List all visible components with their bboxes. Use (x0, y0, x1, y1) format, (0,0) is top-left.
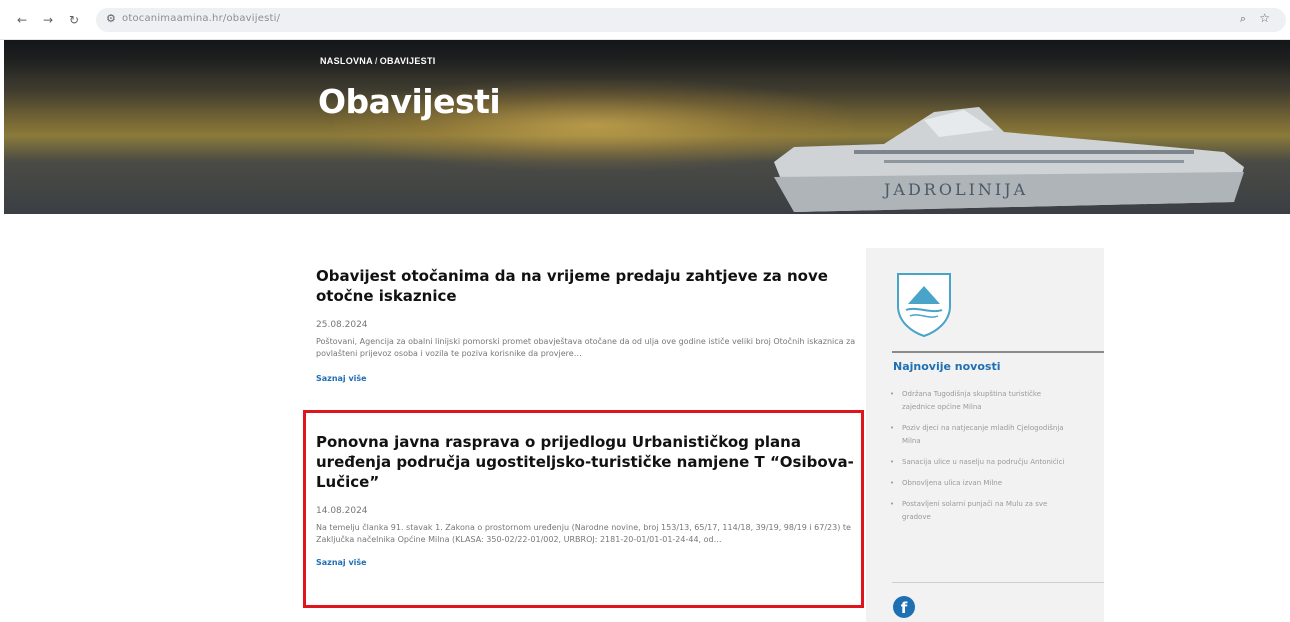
news-link[interactable]: Postavljeni solarni punjači na Mulu za s… (890, 498, 1070, 524)
breadcrumb-current: OBAVIJESTI (379, 56, 436, 66)
reload-icon[interactable]: ↻ (66, 12, 82, 28)
facebook-icon[interactable]: f (893, 596, 915, 618)
ferry-image: JADROLINIJA (774, 107, 1244, 212)
news-list: Održana Tugodišnja skupština turističke … (890, 388, 1070, 532)
forward-arrow-icon[interactable]: → (40, 12, 56, 28)
zoom-icon[interactable]: ⌕ (1240, 12, 1246, 26)
back-arrow-icon[interactable]: ← (14, 12, 30, 28)
url-text[interactable]: otocanimaamina.hr/obavijesti/ (122, 13, 280, 24)
ship-lettering: JADROLINIJA (882, 180, 1028, 199)
article-excerpt: Poštovani, Agencija za obalni linijski p… (316, 337, 856, 358)
news-link[interactable]: Sanacija ulice u naselju na području Ant… (890, 456, 1070, 469)
address-bar[interactable]: ⚙ otocanimaamina.hr/obavijesti/ ⌕ ☆ (96, 8, 1286, 32)
sidebar: Najnovije novosti Održana Tugodišnja sku… (866, 248, 1104, 622)
breadcrumb-home[interactable]: NASLOVNA (320, 56, 373, 66)
site-info-icon[interactable]: ⚙ (106, 12, 116, 25)
page-title: Obavijesti (318, 82, 501, 121)
hero-banner: JADROLINIJA NASLOVNA / OBAVIJESTI Obavijes… (4, 40, 1290, 214)
article-date: 25.08.2024 (316, 320, 368, 330)
bookmark-star-icon[interactable]: ☆ (1259, 11, 1270, 25)
news-link[interactable]: Poziv djeci na natjecanje mladih Cjelogo… (890, 422, 1070, 448)
article-title[interactable]: Obavijest otočanima da na vrijeme predaj… (316, 266, 856, 306)
news-link[interactable]: Održana Tugodišnja skupština turističke … (890, 388, 1070, 414)
municipality-shield-logo (897, 273, 951, 338)
news-link[interactable]: Obnovljena ulica izvan Milne (890, 477, 1070, 490)
read-more-link[interactable]: Saznaj više (316, 374, 367, 383)
sidebar-heading: Najnovije novosti (893, 360, 1001, 373)
highlight-box (303, 410, 864, 608)
article-item: Obavijest otočanima da na vrijeme predaj… (316, 266, 856, 385)
breadcrumb: NASLOVNA / OBAVIJESTI (320, 56, 436, 66)
browser-toolbar: ← → ↻ ⚙ otocanimaamina.hr/obavijesti/ ⌕ … (0, 0, 1290, 40)
